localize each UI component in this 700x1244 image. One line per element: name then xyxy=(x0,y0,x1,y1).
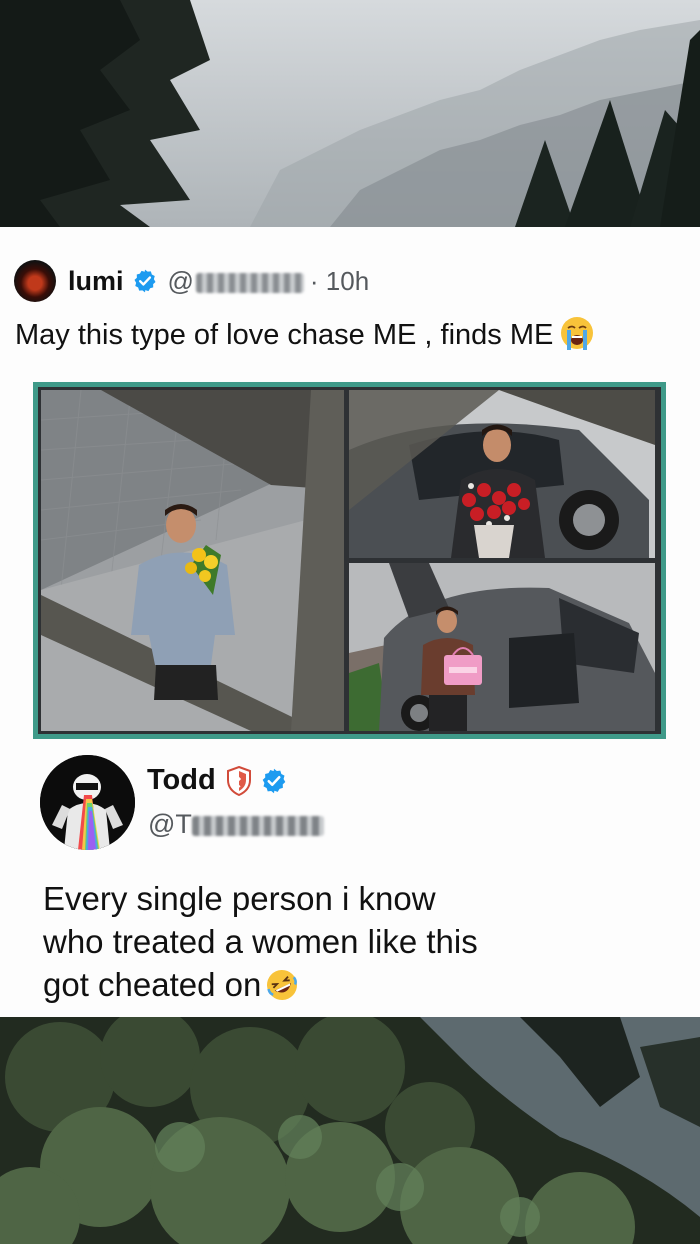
bottom-banner-image xyxy=(0,1017,700,1244)
reply-text-line-last: got cheated on xyxy=(43,963,663,1006)
reply-text: Every single person i know who treated a… xyxy=(43,877,663,1006)
tweet-card: lumi @ · 10h May this type of love chase… xyxy=(0,227,700,1017)
handle-blur xyxy=(191,815,324,836)
author-name[interactable]: lumi xyxy=(68,266,124,297)
post-time[interactable]: · 10h xyxy=(310,266,369,297)
shield-icon xyxy=(226,765,251,796)
avatar[interactable] xyxy=(14,260,56,302)
loudly-crying-face-icon xyxy=(561,317,594,350)
post-text-content: May this type of love chase ME , finds M… xyxy=(15,319,554,351)
author-handle[interactable]: @ xyxy=(168,266,304,297)
photo-man-red-roses[interactable] xyxy=(349,390,655,558)
photo-man-pink-gift[interactable] xyxy=(349,563,655,731)
photo-collage[interactable] xyxy=(33,382,666,739)
photo-man-yellow-flowers[interactable] xyxy=(41,390,344,731)
reply-author: Todd xyxy=(147,764,288,797)
handle-blur xyxy=(195,272,304,293)
verified-badge-icon xyxy=(134,269,156,293)
reply-text-line: who treated a women like this xyxy=(43,923,478,960)
post-text: May this type of love chase ME , finds M… xyxy=(15,315,595,352)
avatar[interactable] xyxy=(40,755,135,850)
reply-text-line: got cheated on xyxy=(43,966,262,1003)
reply-text-line: Every single person i know xyxy=(43,880,436,917)
reply-author-name[interactable]: Todd xyxy=(147,764,216,797)
reply-author-handle[interactable]: @T xyxy=(148,809,324,840)
rolling-on-floor-laughing-icon xyxy=(267,970,298,1000)
verified-badge-icon xyxy=(262,768,286,793)
top-banner-image xyxy=(0,0,700,227)
post-header: lumi @ · 10h xyxy=(14,260,369,302)
